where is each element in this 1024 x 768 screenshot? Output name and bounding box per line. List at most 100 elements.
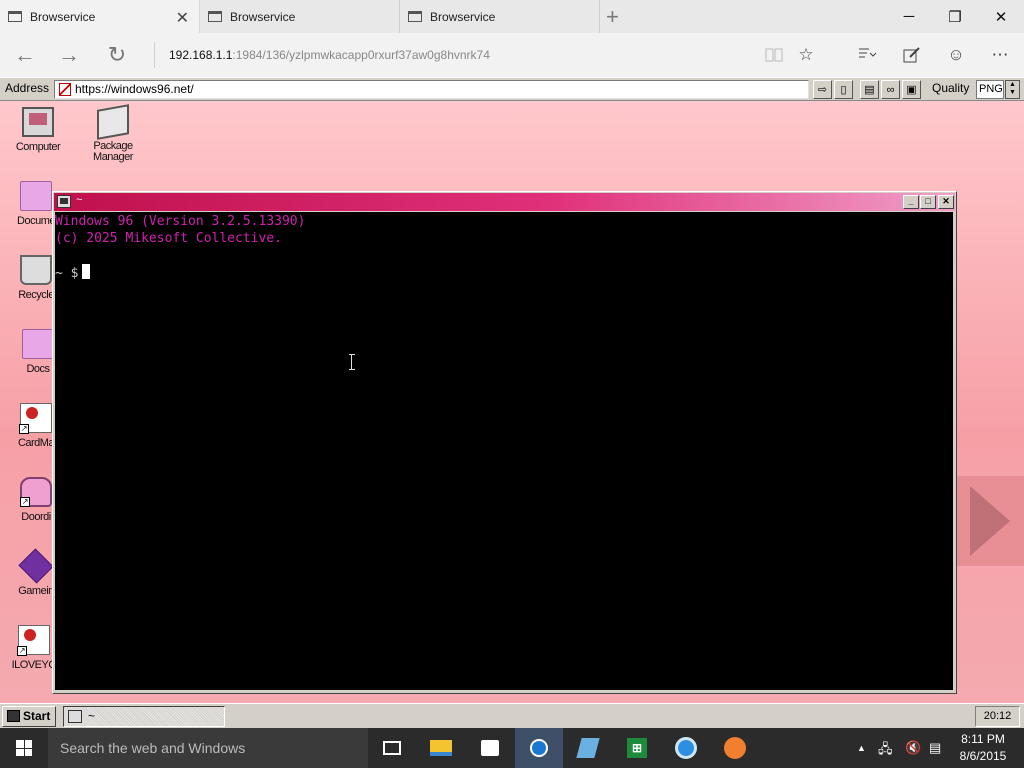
bookmark-icon[interactable]: ▯ — [834, 80, 853, 99]
terminal-close-button[interactable]: ✕ — [938, 195, 954, 209]
desktop-icon-label: Docume — [17, 215, 55, 227]
terminal-icon — [57, 195, 71, 208]
store-button[interactable] — [466, 728, 514, 768]
action-center-icon[interactable]: ▤ — [929, 740, 941, 756]
url-bar[interactable]: 192.168.1.1:1984/136/yzlpmwkacapp0rxurf3… — [154, 42, 754, 68]
bookmarks-list-icon[interactable]: ▤ — [860, 80, 879, 99]
address-input[interactable]: https://windows96.net/ — [54, 80, 809, 99]
task-label: ~ — [88, 709, 96, 723]
close-window-button[interactable]: ✕ — [978, 0, 1024, 33]
file-explorer-button[interactable] — [417, 728, 465, 768]
book-icon — [576, 738, 600, 758]
terminal-title: ~ — [76, 194, 83, 206]
url-host: 192.168.1.1 — [169, 48, 233, 62]
desktop-icon-label: Recycle — [18, 289, 54, 301]
hub-icon[interactable] — [855, 44, 879, 66]
terminal-prompt-line[interactable]: ~ $ — [55, 264, 953, 281]
taskbar-terminal-button[interactable]: ~ — [63, 706, 225, 727]
terminal-title-bar[interactable]: ~ _ □ ✕ — [54, 193, 955, 211]
win96-clock: 20:12 — [975, 706, 1020, 727]
tab-page-icon — [408, 11, 422, 22]
tab-browservice-3[interactable]: Browservice — [400, 0, 600, 33]
restore-button[interactable]: ❐ — [932, 0, 978, 33]
classic-address-toolbar: Address https://windows96.net/ ⇨ ▯ ▤ ∞ ▣… — [0, 77, 1024, 101]
terminal-line: (c) 2025 Mikesoft Collective. — [55, 231, 282, 246]
edge-button[interactable] — [662, 728, 710, 768]
close-tab-icon[interactable]: ✕ — [176, 8, 189, 28]
go-arrow-button[interactable]: ⇨ — [813, 80, 832, 99]
forward-button[interactable]: → — [46, 33, 92, 77]
win96-taskbar: Start ~ 20:12 — [0, 703, 1024, 728]
edge-icon — [675, 737, 697, 759]
tab-page-icon — [208, 11, 222, 22]
tab-browservice-2[interactable]: Browservice — [200, 0, 400, 33]
volume-muted-icon[interactable]: 🔇 — [905, 740, 921, 756]
terminal-minimize-button[interactable]: _ — [903, 195, 919, 209]
refresh-button[interactable]: ↻ — [94, 33, 140, 77]
ibeam-cursor-icon — [349, 354, 357, 370]
start-label: Start — [23, 709, 51, 723]
back-button[interactable]: ← — [2, 33, 48, 77]
favorite-star-icon[interactable]: ☆ — [794, 44, 818, 66]
tab-browservice-1[interactable]: Browservice ✕ — [0, 0, 200, 33]
tab-label: Browservice — [30, 9, 96, 24]
clipboard-icon[interactable]: ▣ — [902, 80, 921, 99]
media-icon — [724, 737, 746, 759]
excel-icon: ⊞ — [627, 738, 647, 758]
terminal-icon — [68, 710, 82, 723]
folder-icon — [20, 181, 52, 211]
windows-logo-icon — [16, 740, 32, 756]
quality-select[interactable]: PNG — [976, 80, 1004, 99]
desktop-icon-package-manager[interactable]: Package Manager — [83, 104, 143, 163]
terminal-maximize-button[interactable]: □ — [920, 195, 936, 209]
text-cursor — [82, 264, 91, 279]
more-actions-icon[interactable]: ⋯ — [988, 44, 1012, 66]
terminal-line: Windows 96 (Version 3.2.5.13390) — [55, 214, 306, 229]
feedback-smiley-icon[interactable]: ☺ — [944, 44, 968, 66]
computer-icon — [22, 107, 54, 137]
quality-spinner[interactable]: ▲ ▼ — [1005, 80, 1020, 99]
win96-start-button[interactable]: Start — [2, 706, 56, 727]
desktop-icon-computer[interactable]: Computer — [8, 107, 68, 153]
task-view-button[interactable] — [368, 728, 416, 768]
reading-view-icon[interactable] — [762, 44, 786, 66]
browser-app-button[interactable] — [515, 728, 563, 768]
desktop-icon-label: Docs — [26, 363, 50, 375]
quality-label: Quality — [932, 81, 970, 95]
excel-button[interactable]: ⊞ — [613, 728, 661, 768]
system-clock[interactable]: 8:11 PM 8/6/2015 — [948, 731, 1018, 765]
doordi-icon: ↗ — [20, 477, 52, 507]
desktop-icon-label: ILOVEYO — [11, 659, 57, 671]
tab-label: Browservice — [230, 9, 296, 24]
new-tab-button[interactable]: + — [606, 4, 619, 30]
game-icon — [18, 548, 54, 584]
insecure-icon — [59, 83, 71, 96]
tab-label: Browservice — [430, 9, 496, 24]
address-label: Address — [5, 81, 50, 95]
cortana-search-box[interactable]: Search the web and Windows — [48, 728, 368, 768]
web-note-icon[interactable] — [900, 44, 924, 66]
desktop-icon-label: Computer — [15, 141, 61, 153]
browser-nav-bar: ← → ↻ 192.168.1.1:1984/136/yzlpmwkacapp0… — [0, 33, 1024, 77]
minimize-button[interactable]: ─ — [886, 0, 932, 33]
browser-tab-strip: Browservice ✕ Browservice Browservice + … — [0, 0, 1024, 33]
package-icon — [97, 104, 129, 140]
show-hidden-icons-button[interactable]: ▲ — [857, 743, 866, 753]
find-binoculars-icon[interactable]: ∞ — [881, 80, 900, 99]
network-icon[interactable]: 🖧 — [878, 740, 893, 762]
globe-icon — [530, 739, 548, 757]
notes-app-button[interactable] — [564, 728, 612, 768]
terminal-window[interactable]: ~ _ □ ✕ Windows 96 (Version 3.2.5.13390)… — [52, 191, 957, 694]
folder-icon — [430, 740, 452, 756]
clock-date: 8/6/2015 — [959, 749, 1007, 763]
store-icon — [481, 740, 499, 756]
desktop-icon-label: Gamein — [18, 585, 54, 597]
windows-start-button[interactable] — [0, 728, 48, 768]
media-app-button[interactable] — [711, 728, 759, 768]
start-logo-icon — [7, 710, 20, 722]
shortcut-icon: ↗ — [19, 403, 52, 434]
terminal-output[interactable]: Windows 96 (Version 3.2.5.13390) (c) 202… — [55, 212, 953, 690]
shortcut-icon: ↗ — [17, 625, 50, 656]
tab-page-icon — [8, 11, 22, 22]
